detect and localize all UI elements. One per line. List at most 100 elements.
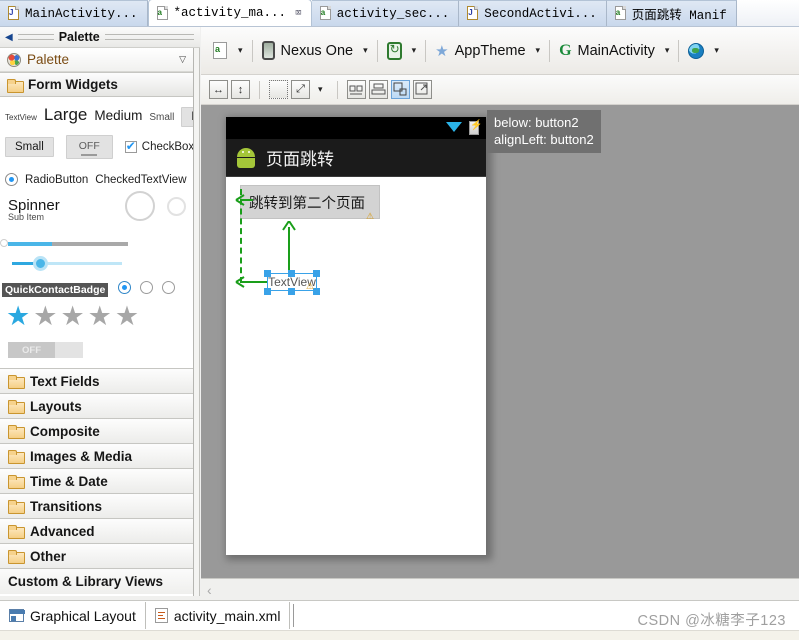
chevron-down-icon[interactable]: ▾ bbox=[358, 45, 373, 56]
device-content-area[interactable]: 跳转到第二个页面 ⚠ TextView ⚠ bbox=[226, 177, 486, 555]
editor-tab-secondactivity[interactable]: J SecondActivi... bbox=[459, 0, 607, 26]
resize-handle-top-center[interactable] bbox=[288, 270, 295, 277]
progressbar-small-icon[interactable] bbox=[167, 197, 186, 216]
switch-track bbox=[55, 342, 83, 358]
chevron-down-icon[interactable]: ▾ bbox=[531, 45, 546, 56]
resize-handle-bottom-left[interactable] bbox=[264, 288, 271, 295]
scroll-left-icon[interactable]: ‹ bbox=[207, 582, 212, 598]
star-icon-empty-3: ★ bbox=[87, 301, 112, 331]
layout-config-icon: a bbox=[212, 42, 228, 59]
palette-group-label: Form Widgets bbox=[28, 77, 118, 92]
folder-icon bbox=[8, 525, 25, 539]
palette-item-seekbar[interactable] bbox=[12, 262, 122, 265]
orientation-selector-button[interactable] bbox=[382, 39, 407, 63]
palette-group-other[interactable]: Other bbox=[0, 544, 193, 569]
radio-icon-on[interactable] bbox=[118, 281, 131, 294]
constraint-arrow-head-left-top bbox=[235, 194, 245, 206]
palette-item-medium-text[interactable]: Medium bbox=[94, 108, 142, 123]
palette-scrollbar[interactable] bbox=[194, 48, 200, 596]
collapse-left-icon[interactable]: ◀ bbox=[5, 32, 13, 43]
editor-tab-label: *activity_ma... bbox=[173, 6, 287, 20]
editor-tab-mainactivity[interactable]: J MainActivity... bbox=[0, 0, 148, 26]
palette-item-spinner[interactable]: Spinner Sub Item bbox=[8, 197, 60, 222]
config-chooser-button[interactable]: a bbox=[207, 39, 233, 62]
palette-item-switch[interactable]: OFF bbox=[8, 342, 83, 358]
resize-handle-top-right[interactable] bbox=[313, 270, 320, 277]
palette-item-large-text[interactable]: Large bbox=[44, 105, 87, 125]
palette-item-progressbar-horizontal[interactable] bbox=[8, 242, 128, 246]
constraint-arrow-head-up bbox=[282, 221, 296, 231]
palette-group-advanced[interactable]: Advanced bbox=[0, 519, 193, 544]
xml-layout-file-icon: a bbox=[614, 6, 627, 21]
toolbar-separator bbox=[251, 39, 253, 62]
palette-widget-preview-area: TextView Large Medium Small Button Small… bbox=[0, 97, 193, 369]
distribute-horizontal-button[interactable] bbox=[346, 80, 366, 99]
palette-group-transitions[interactable]: Transitions bbox=[0, 494, 193, 519]
palette-item-checkbox[interactable]: CheckBox bbox=[124, 139, 193, 153]
palette-group-composite[interactable]: Composite bbox=[0, 419, 193, 444]
java-file-icon: J bbox=[466, 6, 479, 21]
header-rule-left bbox=[17, 34, 54, 40]
editor-tab-manifest[interactable]: a 页面跳转 Manif bbox=[606, 0, 737, 26]
palette-item-toggle-button[interactable]: OFF bbox=[65, 135, 113, 159]
palette-item-quickcontactbadge[interactable]: QuickContactBadge bbox=[2, 283, 109, 297]
palette-title-row[interactable]: Palette ▽ bbox=[0, 48, 193, 72]
activity-selector-button[interactable]: G MainActivity bbox=[554, 39, 660, 63]
layout-canvas[interactable]: 页面跳转 跳转到第二个页面 ⚠ bbox=[201, 105, 799, 578]
palette-group-images-media[interactable]: Images & Media bbox=[0, 444, 193, 469]
folder-icon bbox=[8, 425, 25, 439]
chevron-down-icon[interactable]: ▽ bbox=[179, 54, 186, 65]
device-selector-button[interactable]: Nexus One bbox=[257, 38, 359, 63]
canvas-horizontal-scroll[interactable]: ‹ bbox=[201, 578, 799, 600]
chevron-down-icon[interactable]: ▾ bbox=[660, 45, 675, 56]
radio-icon-off-2[interactable] bbox=[162, 281, 175, 294]
locale-selector-button[interactable] bbox=[683, 40, 709, 62]
relative-layout-button[interactable] bbox=[390, 80, 410, 99]
resize-handle-bottom-center[interactable] bbox=[288, 288, 295, 295]
palette-item-small-text[interactable]: Small bbox=[149, 112, 174, 123]
device-phone-icon bbox=[261, 41, 275, 60]
palette-item-button[interactable]: Button bbox=[181, 107, 193, 127]
resize-handle-top-left[interactable] bbox=[264, 270, 271, 277]
device-status-bar bbox=[226, 117, 486, 139]
zoom-fit-button[interactable]: ⤢ bbox=[291, 80, 310, 99]
palette-item-radiobutton[interactable]: RadioButton bbox=[25, 174, 88, 186]
chevron-down-icon[interactable]: ▾ bbox=[233, 45, 248, 56]
palette-group-custom-library-views[interactable]: Custom & Library Views bbox=[0, 569, 193, 594]
palette-group-label: Text Fields bbox=[30, 373, 100, 389]
device-action-bar: 页面跳转 bbox=[226, 139, 486, 177]
device-preview[interactable]: 页面跳转 跳转到第二个页面 ⚠ bbox=[226, 117, 486, 555]
palette-item-textview[interactable]: TextView bbox=[5, 113, 37, 122]
palette-item-checkedtextview[interactable]: CheckedTextView bbox=[95, 174, 186, 186]
close-icon[interactable]: ⌧ bbox=[295, 6, 302, 20]
editor-tab-activity-main-xml[interactable]: a *activity_ma... ⌧ bbox=[147, 0, 312, 26]
tab-graphical-layout[interactable]: Graphical Layout bbox=[0, 602, 146, 629]
seekbar-thumb-icon[interactable] bbox=[33, 256, 48, 271]
palette-group-time-date[interactable]: Time & Date bbox=[0, 469, 193, 494]
match-width-button[interactable]: ↔ bbox=[209, 80, 228, 99]
match-height-button[interactable]: ↕ bbox=[231, 80, 250, 99]
editor-tab-activity-second-xml[interactable]: a activity_sec... bbox=[311, 0, 460, 26]
theme-selector-label: AppTheme bbox=[454, 42, 526, 59]
constraint-tooltip: below: button2 alignLeft: button2 bbox=[487, 110, 601, 153]
chevron-down-icon[interactable]: ▾ bbox=[407, 45, 422, 56]
progressbar-large-icon[interactable] bbox=[125, 191, 155, 221]
palette-view-header: ◀ Palette bbox=[0, 27, 200, 48]
expand-layout-button[interactable] bbox=[412, 80, 432, 99]
chevron-down-icon[interactable]: ▾ bbox=[709, 45, 724, 56]
palette-group-layouts[interactable]: Layouts bbox=[0, 394, 193, 419]
window-bottom-strip bbox=[0, 630, 799, 640]
palette-group-form-widgets[interactable]: Form Widgets bbox=[0, 72, 193, 97]
palette-item-small-button[interactable]: Small bbox=[5, 137, 54, 157]
button2-widget[interactable]: 跳转到第二个页面 bbox=[240, 185, 380, 219]
marquee-select-button[interactable] bbox=[269, 80, 288, 99]
palette-item-ratingbar[interactable]: ★ ★ ★ ★ ★ bbox=[6, 303, 139, 330]
theme-selector-button[interactable]: ★ AppTheme bbox=[430, 39, 530, 63]
radio-icon-off-1[interactable] bbox=[140, 281, 153, 294]
globe-icon bbox=[688, 42, 705, 59]
align-center-button[interactable] bbox=[368, 80, 388, 99]
zoom-dropdown-caret[interactable]: ▾ bbox=[313, 84, 328, 95]
palette-group-text-fields[interactable]: Text Fields bbox=[0, 369, 193, 394]
view-tab-label: activity_main.xml bbox=[173, 607, 281, 624]
tab-activity-main-xml[interactable]: activity_main.xml bbox=[145, 602, 291, 629]
